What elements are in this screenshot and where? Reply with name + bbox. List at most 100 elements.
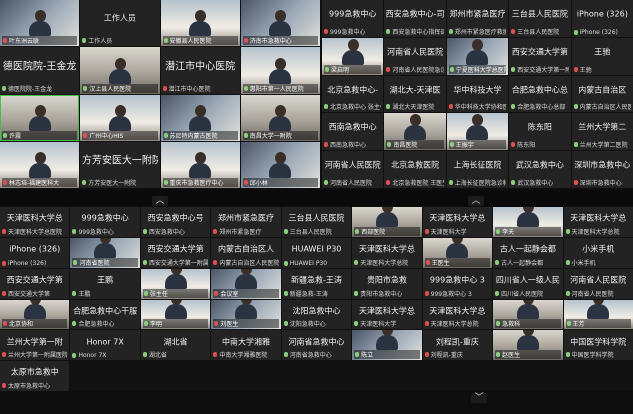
participant-tile[interactable]: 小米手机 小米手机 <box>563 237 633 268</box>
participant-tile[interactable]: 张主任 <box>140 268 211 299</box>
participant-tile[interactable]: 四川省人一级人民 四川省人民医院 <box>493 268 563 299</box>
participant-tile[interactable]: 合肥急救中心总 合肥急救中心总部 <box>509 75 571 113</box>
participant-tile[interactable]: Honor 7X Honor 7X <box>70 330 140 361</box>
participant-tile[interactable]: 河南省医院 <box>70 237 140 268</box>
participant-tile[interactable]: 西安急救中心号 西安急救中心 <box>140 207 211 237</box>
participant-tile[interactable]: 中国医学科学院 中国医学科学院 <box>563 330 633 361</box>
participant-tile[interactable]: 赵医生 <box>493 330 563 361</box>
participant-label: 工作人员 <box>82 36 157 45</box>
participant-tile[interactable]: 北京急救中心- 北京急救中心 张主任 <box>322 75 384 113</box>
video-grid-panel-top-left: 叶东洲云联 工作人员 工作人员 安徽县人民医院 济南市急救中心德医院院-王金龙 德医院院-… <box>0 0 320 188</box>
participant-tile[interactable]: 天津医科大学总 天津医科大学 <box>422 207 493 237</box>
participant-tile[interactable]: 王驰 王驰 <box>571 37 633 75</box>
chevron-down-icon[interactable]: ﹀ <box>471 393 487 403</box>
participant-tile[interactable]: 西安急救中心-司西安急救中心指挥调度 <box>384 0 446 37</box>
participant-tile[interactable]: 999急救中心 3 999急救中心 3 <box>422 268 493 299</box>
participant-tile[interactable]: 宁夏医科大学总医院 <box>446 37 509 75</box>
participant-label: 999急救中心 <box>324 27 381 36</box>
participant-tile[interactable]: 安徽县人民医院 <box>160 0 240 47</box>
participant-tile[interactable]: 德医院院-王金龙 德医院院-王金龙 <box>0 47 80 94</box>
participant-tile[interactable]: 999急救中心 999急救中心 <box>322 0 384 37</box>
participant-video <box>340 38 366 65</box>
participant-tile[interactable]: 天津医科大学总 天津医科大学总医院 <box>0 207 70 237</box>
participant-tile[interactable]: 河南省急救中心 河南省急救中心 <box>281 330 352 361</box>
participant-tile[interactable]: 王医生 <box>422 237 493 268</box>
participant-tile[interactable]: 深圳市急救中心 深圳市急救中心 <box>571 151 633 188</box>
participant-tile[interactable]: 古人一起静会都 古人一起静会都 <box>493 237 563 268</box>
participant-tile[interactable]: 北京急救医院 北京急救医院 王医生 <box>384 151 446 188</box>
participant-tile[interactable]: 河南省人民医院 河南省人民医院急诊 <box>384 37 446 75</box>
participant-label-text: 小米手机 <box>571 259 596 267</box>
participant-tile[interactable]: 陈立 <box>352 330 422 361</box>
participant-tile[interactable]: 太原市急救中 太原市急救中心 <box>0 361 70 391</box>
microphone-icon <box>83 85 88 91</box>
participant-tile[interactable]: 工作人员 工作人员 <box>80 0 160 47</box>
participant-tile[interactable]: 济南市急救中心 <box>240 0 320 47</box>
chevron-up-icon[interactable]: ︿ <box>468 196 484 206</box>
participant-tile[interactable]: 南昌医院 <box>384 113 446 151</box>
participant-tile[interactable]: iPhone (326) iPhone (326) <box>0 237 70 268</box>
participant-tile[interactable]: 南昌大学一附院 <box>240 94 320 141</box>
participant-tile[interactable]: 天津医科大学总 天津医科大学 <box>352 299 422 330</box>
participant-tile[interactable]: 叶东洲云联 <box>0 0 80 47</box>
participant-label: 汉上县人民医院 <box>82 83 158 93</box>
participant-tile[interactable]: 西部医院 <box>352 207 422 237</box>
participant-tile[interactable]: 三台县人民医院 三台县人民医院 <box>281 207 352 237</box>
participant-tile[interactable]: 西安交通大学第 西安交通大学第 <box>0 268 70 299</box>
participant-tile[interactable]: 华中科技大学华中科技大学协和医院 <box>446 75 509 113</box>
participant-tile[interactable]: 急救科 <box>493 299 563 330</box>
participant-label-text: 李明 <box>149 321 162 329</box>
participant-tile[interactable]: 兰州大学第二 兰州大学第二医院 <box>571 113 633 151</box>
participant-tile[interactable]: 三台县人民医院 三台县人民医院 <box>509 0 571 37</box>
participant-tile[interactable]: 王芳 <box>563 299 633 330</box>
participant-tile[interactable]: 湖北省 湖北省 <box>140 330 211 361</box>
participant-tile[interactable]: 西安交通大学第 西安交通大学第一附属 <box>140 237 211 268</box>
participant-tile[interactable]: 合肥急救中心干服 合肥急救中心 <box>70 299 140 330</box>
participant-tile[interactable]: 苏尼特内蒙古医院 <box>160 94 240 141</box>
participant-tile[interactable]: 天津医科大学总 天津医科大学总院 <box>563 207 633 237</box>
participant-tile[interactable]: 999急救中心 999急救中心 <box>70 207 140 237</box>
participant-tile[interactable]: 西安交通大学第西安交通大学第一附属医院 <box>509 37 571 75</box>
participant-tile[interactable]: 林志培-福建医科大 <box>0 141 80 188</box>
participant-tile[interactable]: 会议室 <box>211 268 281 299</box>
participant-tile[interactable]: 内蒙古自治区人 内蒙古自治区人民医院 <box>211 237 281 268</box>
participant-tile[interactable]: 北京协和 <box>0 299 70 330</box>
participant-tile[interactable]: 郑州市紧急医疗 郑州市紧急医疗 <box>211 207 281 237</box>
participant-tile[interactable]: 湖北大-天津医 湖北大天津医院 <box>384 75 446 113</box>
participant-tile[interactable]: 汉上县人民医院 <box>80 47 160 94</box>
participant-tile[interactable]: 西南急救中心 西南急救中心 <box>322 113 384 151</box>
participant-tile[interactable]: 邱小林 <box>240 141 320 188</box>
chevron-up-icon[interactable]: ︿ <box>152 196 168 206</box>
participant-tile[interactable]: 王鹏 王鹏 <box>70 268 140 299</box>
participant-tile[interactable]: 李明 <box>140 299 211 330</box>
participant-tile[interactable]: 李天 <box>493 207 563 237</box>
participant-tile[interactable]: 陈东阳 陈东阳 <box>509 113 571 151</box>
participant-tile[interactable]: 郑州市紧急医疗郑州市紧急医疗救援中心 <box>446 0 509 37</box>
participant-tile[interactable]: 沈阳急救中心 沈阳急救中心 <box>281 299 352 330</box>
participant-tile[interactable]: 贵阳市急救 贵阳市急救中心 <box>352 268 422 299</box>
participant-tile[interactable]: 广州中心HIS <box>80 94 160 141</box>
participant-tile[interactable]: 刘程凯-重庆 刘程凯-重庆 <box>422 330 493 361</box>
participant-tile[interactable]: 梁启明 <box>322 37 384 75</box>
participant-tile[interactable]: iPhone (326) iPhone (326) <box>571 0 633 37</box>
participant-tile[interactable]: 重庆市急救医疗中心 <box>160 141 240 188</box>
participant-tile[interactable]: 王振宇 <box>446 113 509 151</box>
participant-tile[interactable]: 兰州大学第一附 兰州大学第一附属医院 <box>0 330 70 361</box>
participant-tile[interactable]: 武汉急救中心 武汉急救中心 <box>509 151 571 188</box>
participant-tile[interactable]: 河南省人民医院 河南省人民医院 <box>322 151 384 188</box>
participant-tile[interactable]: 惠阳市第一人民医院 <box>240 47 320 94</box>
participant-tile[interactable]: 中南大学湘雅 中南大学湘雅医院 <box>211 330 281 361</box>
participant-tile[interactable]: HUAWEI P30 HUAWEI P30 <box>281 237 352 268</box>
participant-tile[interactable]: 河南省人民医院 河南省人民医院 <box>563 268 633 299</box>
participant-tile[interactable]: 方芳安医大一附院 方芳安医大一附院 <box>80 141 160 188</box>
participant-tile[interactable]: 许震 <box>0 94 80 141</box>
participant-label: 叶东洲云联 <box>2 36 78 46</box>
participant-tile[interactable]: 新疆急救-王涛 新疆急救-王涛 <box>281 268 352 299</box>
participant-tile[interactable]: 内蒙古自治区内蒙古自治区人民医院 <box>571 75 633 113</box>
participant-tile[interactable]: 刘医生 <box>211 299 281 330</box>
participant-tile[interactable]: 潜江市中心医院 潜江市中心医院 <box>160 47 240 94</box>
participant-tile[interactable]: 上海长征医院 上海长征医院急诊科 <box>446 151 509 188</box>
participant-tile[interactable]: 天津医科大学总 天津医科大学总院 <box>352 237 422 268</box>
participant-label-text: 北京急救中心 张主任 <box>330 104 382 112</box>
participant-tile[interactable]: 天津医科大学总 天津医科大学总院 <box>422 299 493 330</box>
